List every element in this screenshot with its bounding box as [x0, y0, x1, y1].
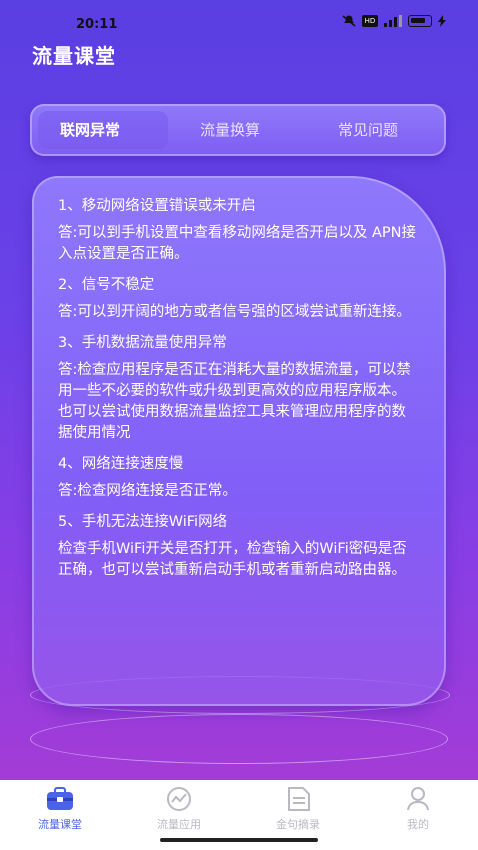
- status-bar: 20:11 HD: [0, 0, 478, 44]
- nav-label: 我的: [407, 818, 429, 831]
- nav-item-mine[interactable]: 我的: [378, 786, 458, 832]
- tab-faq[interactable]: 常见问题: [338, 104, 398, 156]
- document-icon: [288, 787, 310, 811]
- faq-answer: 答:检查网络连接是否正常。: [58, 483, 237, 499]
- main-screen: 20:11 HD 流量课堂 联网异常 流量换算 常见问题 1、移动网络设置错误或…: [0, 0, 478, 780]
- status-icons: HD: [342, 15, 446, 27]
- signal-icon: [384, 15, 402, 27]
- nav-item-traffic-class[interactable]: 流量课堂: [20, 786, 100, 832]
- faq-answer: 答:可以到开阔的地方或者信号强的区域尝试重新连接。: [58, 304, 411, 320]
- faq-answer: 答:检查应用程序是否正在消耗大量的数据流量，可以禁用一些不必要的软件或升级到更高…: [58, 362, 411, 441]
- nav-label: 金句摘录: [276, 818, 320, 831]
- decor-ring-lower: [30, 714, 448, 764]
- faq-question: 1、移动网络设置错误或未开启: [58, 198, 256, 214]
- tab-bar: 联网异常 流量换算 常见问题: [30, 104, 446, 156]
- hd-icon: HD: [362, 15, 378, 27]
- nav-label: 流量应用: [157, 818, 201, 831]
- toolbox-icon: [47, 787, 73, 810]
- faq-list: 1、移动网络设置错误或未开启 答:可以到手机设置中查看移动网络是否开启以及 AP…: [58, 196, 418, 591]
- faq-question: 4、网络连接速度慢: [58, 456, 184, 472]
- chart-circle-icon: [167, 787, 191, 811]
- faq-question: 2、信号不稳定: [58, 277, 155, 293]
- charging-icon: [438, 15, 446, 27]
- faq-answer: 答:可以到手机设置中查看移动网络是否开启以及 APN接入点设置是否正确。: [58, 225, 417, 262]
- nav-item-traffic-apps[interactable]: 流量应用: [139, 786, 219, 832]
- mute-icon: [342, 15, 356, 27]
- tab-network-error[interactable]: 联网异常: [60, 104, 120, 156]
- page-title: 流量课堂: [32, 44, 116, 68]
- home-indicator[interactable]: [160, 838, 318, 842]
- faq-question: 5、手机无法连接WiFi网络: [58, 514, 228, 530]
- profile-icon: [407, 787, 429, 811]
- status-time: 20:11: [76, 17, 118, 32]
- faq-question: 3、手机数据流量使用异常: [58, 335, 227, 351]
- faq-answer: 检查手机WiFi开关是否打开，检查输入的WiFi密码是否正确，也可以尝试重新启动…: [58, 541, 407, 578]
- battery-icon: [408, 15, 432, 27]
- tab-traffic-conversion[interactable]: 流量换算: [200, 104, 260, 156]
- nav-item-quotes[interactable]: 金句摘录: [258, 786, 338, 832]
- nav-label: 流量课堂: [38, 818, 82, 831]
